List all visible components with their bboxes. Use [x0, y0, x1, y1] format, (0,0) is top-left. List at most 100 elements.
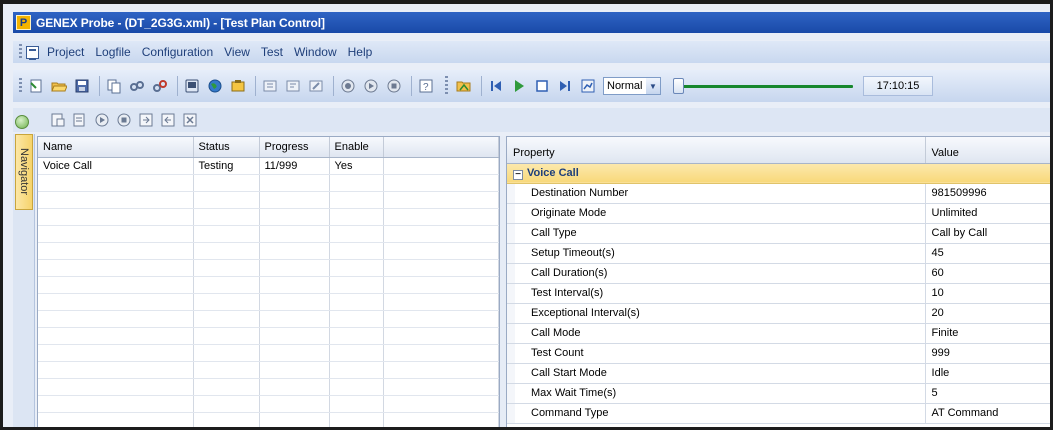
- empty-row: [38, 378, 499, 396]
- empty-cell: [383, 327, 499, 345]
- import-icon[interactable]: [260, 76, 280, 96]
- property-value[interactable]: 5: [925, 383, 1050, 404]
- column-header-progress[interactable]: Progress: [259, 137, 330, 158]
- empty-row: [38, 276, 499, 294]
- empty-cell: [259, 344, 330, 362]
- column-header-property[interactable]: Property: [507, 137, 926, 164]
- property-value[interactable]: 10: [925, 283, 1050, 304]
- category-row[interactable]: − Voice Call: [507, 163, 1050, 184]
- property-name: Call Duration(s): [515, 263, 926, 284]
- save-icon[interactable]: [72, 76, 92, 96]
- property-row[interactable]: Call Mode Finite: [507, 323, 1050, 344]
- empty-cell: [383, 378, 499, 396]
- menu-window[interactable]: Window: [294, 45, 337, 59]
- empty-cell: [193, 361, 260, 379]
- import-test-icon[interactable]: [137, 111, 155, 129]
- property-row[interactable]: Setup Timeout(s) 45: [507, 243, 1050, 264]
- property-name: Call Mode: [515, 323, 926, 344]
- property-value[interactable]: AT Command: [925, 403, 1050, 424]
- empty-cell: [193, 276, 260, 294]
- device-icon[interactable]: [182, 76, 202, 96]
- slider-thumb[interactable]: [673, 78, 684, 94]
- property-row[interactable]: Originate Mode Unlimited: [507, 203, 1050, 224]
- stop-test-icon[interactable]: [115, 111, 133, 129]
- property-row[interactable]: Test Count 999: [507, 343, 1050, 364]
- column-header-status[interactable]: Status: [193, 137, 260, 158]
- empty-cell: [383, 191, 499, 209]
- empty-cell: [329, 310, 384, 328]
- settings-icon[interactable]: [228, 76, 248, 96]
- property-value[interactable]: 20: [925, 303, 1050, 324]
- empty-cell: [193, 378, 260, 396]
- export-icon[interactable]: [283, 76, 303, 96]
- stop-icon[interactable]: [532, 76, 552, 96]
- property-row[interactable]: Exceptional Interval(s) 20: [507, 303, 1050, 324]
- open-icon[interactable]: [49, 76, 69, 96]
- property-value[interactable]: Idle: [925, 363, 1050, 384]
- row-gutter: [507, 383, 515, 404]
- menu-project[interactable]: Project: [47, 45, 84, 59]
- toolbar-grip-icon: [19, 78, 22, 94]
- empty-cell: [383, 412, 499, 427]
- property-value[interactable]: Finite: [925, 323, 1050, 344]
- menu-logfile[interactable]: Logfile: [95, 45, 130, 59]
- play-circle-icon[interactable]: [361, 76, 381, 96]
- property-value[interactable]: 60: [925, 263, 1050, 284]
- export-test-icon[interactable]: [159, 111, 177, 129]
- playback-slider[interactable]: [673, 77, 853, 95]
- empty-row: [38, 208, 499, 226]
- property-value[interactable]: 999: [925, 343, 1050, 364]
- property-value[interactable]: 45: [925, 243, 1050, 264]
- cell-name: Voice Call: [38, 157, 194, 175]
- table-row[interactable]: Voice Call Testing 11/999 Yes: [38, 157, 499, 175]
- copy-test-icon[interactable]: [71, 111, 89, 129]
- title-bar[interactable]: P GENEX Probe - (DT_2G3G.xml) - [Test Pl…: [13, 12, 1050, 33]
- menu-configuration[interactable]: Configuration: [142, 45, 213, 59]
- add-test-icon[interactable]: [49, 111, 67, 129]
- navigator-tab[interactable]: Navigator: [15, 134, 33, 210]
- new-icon[interactable]: [26, 76, 46, 96]
- property-row[interactable]: Max Wait Time(s) 5: [507, 383, 1050, 404]
- disconnect-icon[interactable]: [150, 76, 170, 96]
- property-row[interactable]: Call Start Mode Idle: [507, 363, 1050, 384]
- empty-cell: [329, 293, 384, 311]
- column-header-value[interactable]: Value: [925, 137, 1050, 164]
- skip-end-icon[interactable]: [555, 76, 575, 96]
- playback-speed-select[interactable]: Normal ▼: [603, 77, 661, 95]
- property-row[interactable]: Test Interval(s) 10: [507, 283, 1050, 304]
- connect-icon[interactable]: [127, 76, 147, 96]
- column-header-name[interactable]: Name: [38, 137, 194, 158]
- globe-icon[interactable]: [205, 76, 225, 96]
- play-icon[interactable]: [509, 76, 529, 96]
- start-test-icon[interactable]: [93, 111, 111, 129]
- property-value[interactable]: Unlimited: [925, 203, 1050, 224]
- empty-cell: [259, 259, 330, 277]
- menu-view[interactable]: View: [224, 45, 250, 59]
- property-row[interactable]: Destination Number 981509996: [507, 183, 1050, 204]
- empty-cell: [193, 174, 260, 192]
- property-value[interactable]: Call by Call: [925, 223, 1050, 244]
- chart-icon[interactable]: [578, 76, 598, 96]
- column-header-enable[interactable]: Enable: [329, 137, 384, 158]
- chevron-down-icon[interactable]: ▼: [646, 78, 660, 94]
- help-icon[interactable]: ?: [416, 76, 436, 96]
- window-menu-icon[interactable]: [26, 45, 39, 60]
- collapse-icon[interactable]: −: [513, 169, 523, 180]
- property-row[interactable]: Call Duration(s) 60: [507, 263, 1050, 284]
- property-row[interactable]: Command Type AT Command: [507, 403, 1050, 424]
- property-row[interactable]: Call Type Call by Call: [507, 223, 1050, 244]
- empty-cell: [193, 412, 260, 427]
- property-name: Test Interval(s): [515, 283, 926, 304]
- stop-circle-icon[interactable]: [384, 76, 404, 96]
- edit-icon[interactable]: [306, 76, 326, 96]
- record-icon[interactable]: [338, 76, 358, 96]
- delete-test-icon[interactable]: [181, 111, 199, 129]
- property-value[interactable]: 981509996: [925, 183, 1050, 204]
- empty-cell: [259, 191, 330, 209]
- menu-help[interactable]: Help: [348, 45, 373, 59]
- skip-start-icon[interactable]: [486, 76, 506, 96]
- copy-icon[interactable]: [104, 76, 124, 96]
- menu-test[interactable]: Test: [261, 45, 283, 59]
- open-folder-icon[interactable]: [454, 76, 474, 96]
- category-cell[interactable]: − Voice Call: [507, 163, 1050, 184]
